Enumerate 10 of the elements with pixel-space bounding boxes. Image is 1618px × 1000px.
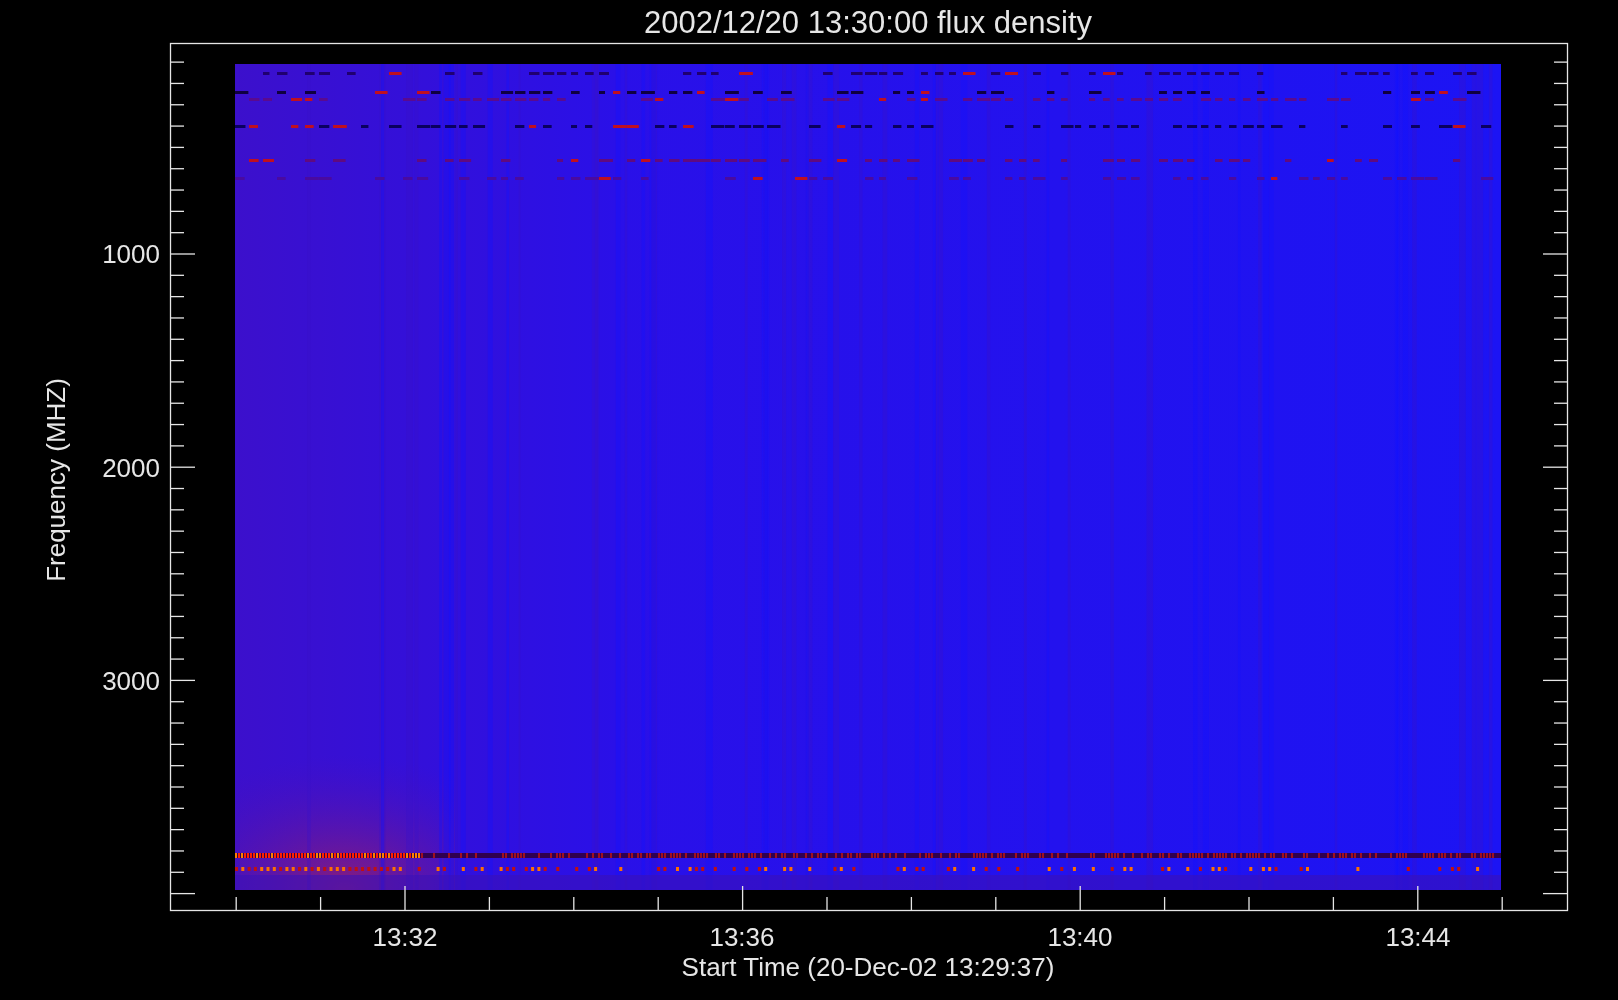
y-axis-title: Frequency (MHZ)	[41, 378, 71, 582]
chart-title: 2002/12/20 13:30:00 flux density	[643, 5, 1093, 40]
y-tick-label: 1000	[102, 239, 160, 269]
y-tick-label: 3000	[102, 665, 160, 696]
x-tick-label: 13:36	[709, 922, 775, 952]
x-tick-label: 13:44	[1385, 922, 1451, 952]
x-tick-label: 13:32	[372, 922, 438, 952]
x-axis-title: Start Time (20-Dec-02 13:29:37)	[681, 952, 1055, 982]
y-tick-label: 2000	[102, 452, 160, 483]
x-tick-label: 13:40	[1047, 922, 1113, 952]
